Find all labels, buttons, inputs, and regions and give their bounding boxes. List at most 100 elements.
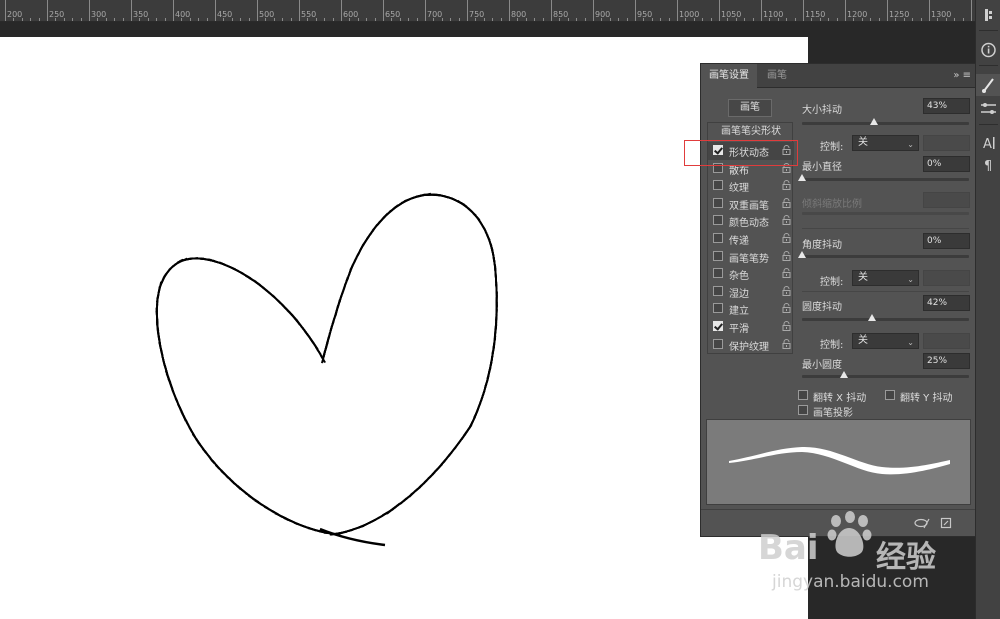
brush-option-checkbox[interactable] bbox=[713, 338, 723, 349]
brush-option-item[interactable]: 平滑 bbox=[708, 318, 794, 336]
character-icon[interactable]: A bbox=[976, 132, 1000, 154]
lock-icon[interactable] bbox=[782, 233, 791, 243]
ruler-label: 500 bbox=[259, 10, 275, 19]
flip-x-jitter-checkbox[interactable]: 翻转 X 抖动 bbox=[798, 389, 888, 404]
brush-option-item[interactable]: 双重画笔 bbox=[708, 195, 794, 213]
lock-icon[interactable] bbox=[782, 215, 791, 226]
brush-option-checkbox[interactable] bbox=[713, 250, 723, 261]
brush-option-item[interactable]: 建立 bbox=[708, 300, 794, 318]
info-icon[interactable] bbox=[976, 39, 1000, 61]
brush-option-item[interactable]: 画笔笔势 bbox=[708, 248, 794, 266]
ruler-label: 1150 bbox=[805, 10, 826, 19]
ruler-settings-icon[interactable] bbox=[976, 4, 1000, 26]
brush-option-checkbox[interactable] bbox=[713, 215, 723, 226]
lock-icon[interactable] bbox=[782, 303, 791, 314]
flip-y-box[interactable] bbox=[885, 390, 895, 400]
lock-icon[interactable] bbox=[782, 180, 791, 191]
brush-option-checkbox[interactable] bbox=[713, 197, 723, 208]
brush-option-item[interactable]: 保护纹理 bbox=[708, 336, 794, 354]
document-canvas[interactable] bbox=[0, 37, 808, 619]
brush-icon[interactable] bbox=[976, 74, 1000, 96]
size-control-extra-field bbox=[923, 135, 970, 151]
flip-y-jitter-checkbox[interactable]: 翻转 Y 抖动 bbox=[885, 389, 975, 404]
brush-option-checkbox[interactable] bbox=[713, 233, 723, 243]
min-diameter-thumb[interactable] bbox=[798, 174, 806, 181]
tab-brush-settings[interactable]: 画笔设置 bbox=[701, 64, 757, 89]
horizontal-ruler[interactable]: 200 250 300 350 400 450 500 550 600 650 700 750 800 8… bbox=[0, 0, 975, 22]
brush-projection-checkbox[interactable]: 画笔投影 bbox=[798, 404, 888, 419]
brush-option-checkbox[interactable] bbox=[713, 180, 723, 191]
watermark-bai-text: Bai bbox=[758, 528, 819, 568]
ruler-tick bbox=[89, 0, 90, 21]
ruler-tick bbox=[702, 18, 704, 21]
roundness-jitter-slider[interactable] bbox=[802, 314, 969, 321]
ruler-tick bbox=[626, 18, 628, 21]
angle-jitter-thumb[interactable] bbox=[798, 251, 806, 258]
flip-x-box[interactable] bbox=[798, 390, 808, 400]
lock-icon[interactable] bbox=[782, 268, 791, 279]
panel-tab-bar: 画笔设置 画笔 » ≡ bbox=[701, 64, 975, 89]
brush-option-checkbox[interactable] bbox=[713, 303, 723, 314]
lock-icon[interactable] bbox=[782, 321, 791, 331]
brush-option-checkbox[interactable] bbox=[713, 285, 723, 296]
lock-icon[interactable] bbox=[782, 250, 791, 261]
brush-option-item[interactable]: 颜色动态 bbox=[708, 212, 794, 230]
brush-option-item[interactable]: 纹理 bbox=[708, 177, 794, 195]
lock-icon[interactable] bbox=[782, 197, 791, 208]
ruler-tick bbox=[618, 18, 620, 21]
roundness-jitter-value[interactable]: 42% bbox=[923, 295, 970, 311]
brush-option-item[interactable]: 杂色 bbox=[708, 265, 794, 283]
brush-projection-box[interactable] bbox=[798, 405, 808, 415]
ruler-tick bbox=[635, 0, 636, 21]
baidu-watermark: Bai 经验 jingyan.baidu.com bbox=[752, 508, 962, 598]
min-roundness-slider[interactable] bbox=[802, 371, 969, 378]
brushes-button[interactable]: 画笔 bbox=[728, 99, 772, 117]
tilt-scale-value bbox=[923, 192, 970, 208]
roundness-control-extra-field bbox=[923, 333, 970, 349]
angle-jitter-slider[interactable] bbox=[798, 251, 969, 258]
ruler-tick bbox=[710, 18, 712, 21]
lock-icon[interactable] bbox=[782, 285, 791, 296]
ruler-tick bbox=[173, 0, 174, 21]
ruler-tick bbox=[425, 0, 426, 21]
size-jitter-slider[interactable] bbox=[802, 118, 969, 125]
ruler-tick bbox=[206, 18, 208, 21]
size-jitter-value[interactable]: 43% bbox=[923, 98, 970, 114]
ruler-tick bbox=[584, 18, 586, 21]
roundness-control-select[interactable]: 关 ⌄ bbox=[852, 333, 919, 349]
angle-control-select[interactable]: 关 ⌄ bbox=[852, 270, 919, 286]
ruler-tick bbox=[240, 18, 242, 21]
brush-tip-shape-item[interactable]: 画笔笔尖形状 bbox=[708, 123, 794, 141]
tab-brushes[interactable]: 画笔 bbox=[759, 64, 795, 88]
brush-option-checkbox[interactable] bbox=[713, 321, 723, 331]
roundness-jitter-thumb[interactable] bbox=[868, 314, 877, 321]
lock-icon[interactable] bbox=[782, 338, 791, 349]
ruler-tick bbox=[341, 0, 342, 21]
ruler-tick bbox=[215, 0, 216, 21]
ruler-tick bbox=[971, 0, 972, 21]
ruler-label: 250 bbox=[49, 10, 65, 19]
brush-option-item[interactable]: 湿边 bbox=[708, 283, 794, 301]
min-diameter-value[interactable]: 0% bbox=[923, 156, 970, 172]
angle-jitter-value[interactable]: 0% bbox=[923, 233, 970, 249]
strip-separator bbox=[979, 124, 998, 125]
ruler-tick bbox=[920, 18, 922, 21]
tilt-scale-slider bbox=[802, 212, 969, 215]
ruler-tick bbox=[324, 18, 326, 21]
ruler-tick bbox=[467, 0, 468, 21]
min-roundness-value[interactable]: 25% bbox=[923, 353, 970, 369]
size-control-select[interactable]: 关 ⌄ bbox=[852, 135, 919, 151]
min-diameter-slider[interactable] bbox=[798, 174, 969, 181]
brush-settings-icon[interactable] bbox=[976, 97, 1000, 119]
panel-menu-icon[interactable]: » ≡ bbox=[953, 64, 971, 88]
paragraph-icon[interactable]: ¶ bbox=[976, 154, 1000, 176]
ruler-tick bbox=[492, 18, 494, 21]
brush-option-label: 颜色动态 bbox=[729, 218, 769, 230]
ruler-tick bbox=[38, 18, 40, 21]
brush-option-item[interactable]: 传递 bbox=[708, 230, 794, 248]
brush-option-checkbox[interactable] bbox=[713, 268, 723, 279]
min-roundness-thumb[interactable] bbox=[839, 371, 848, 378]
ruler-tick bbox=[114, 18, 116, 21]
strip-separator bbox=[979, 65, 998, 66]
size-jitter-thumb[interactable] bbox=[869, 118, 878, 125]
